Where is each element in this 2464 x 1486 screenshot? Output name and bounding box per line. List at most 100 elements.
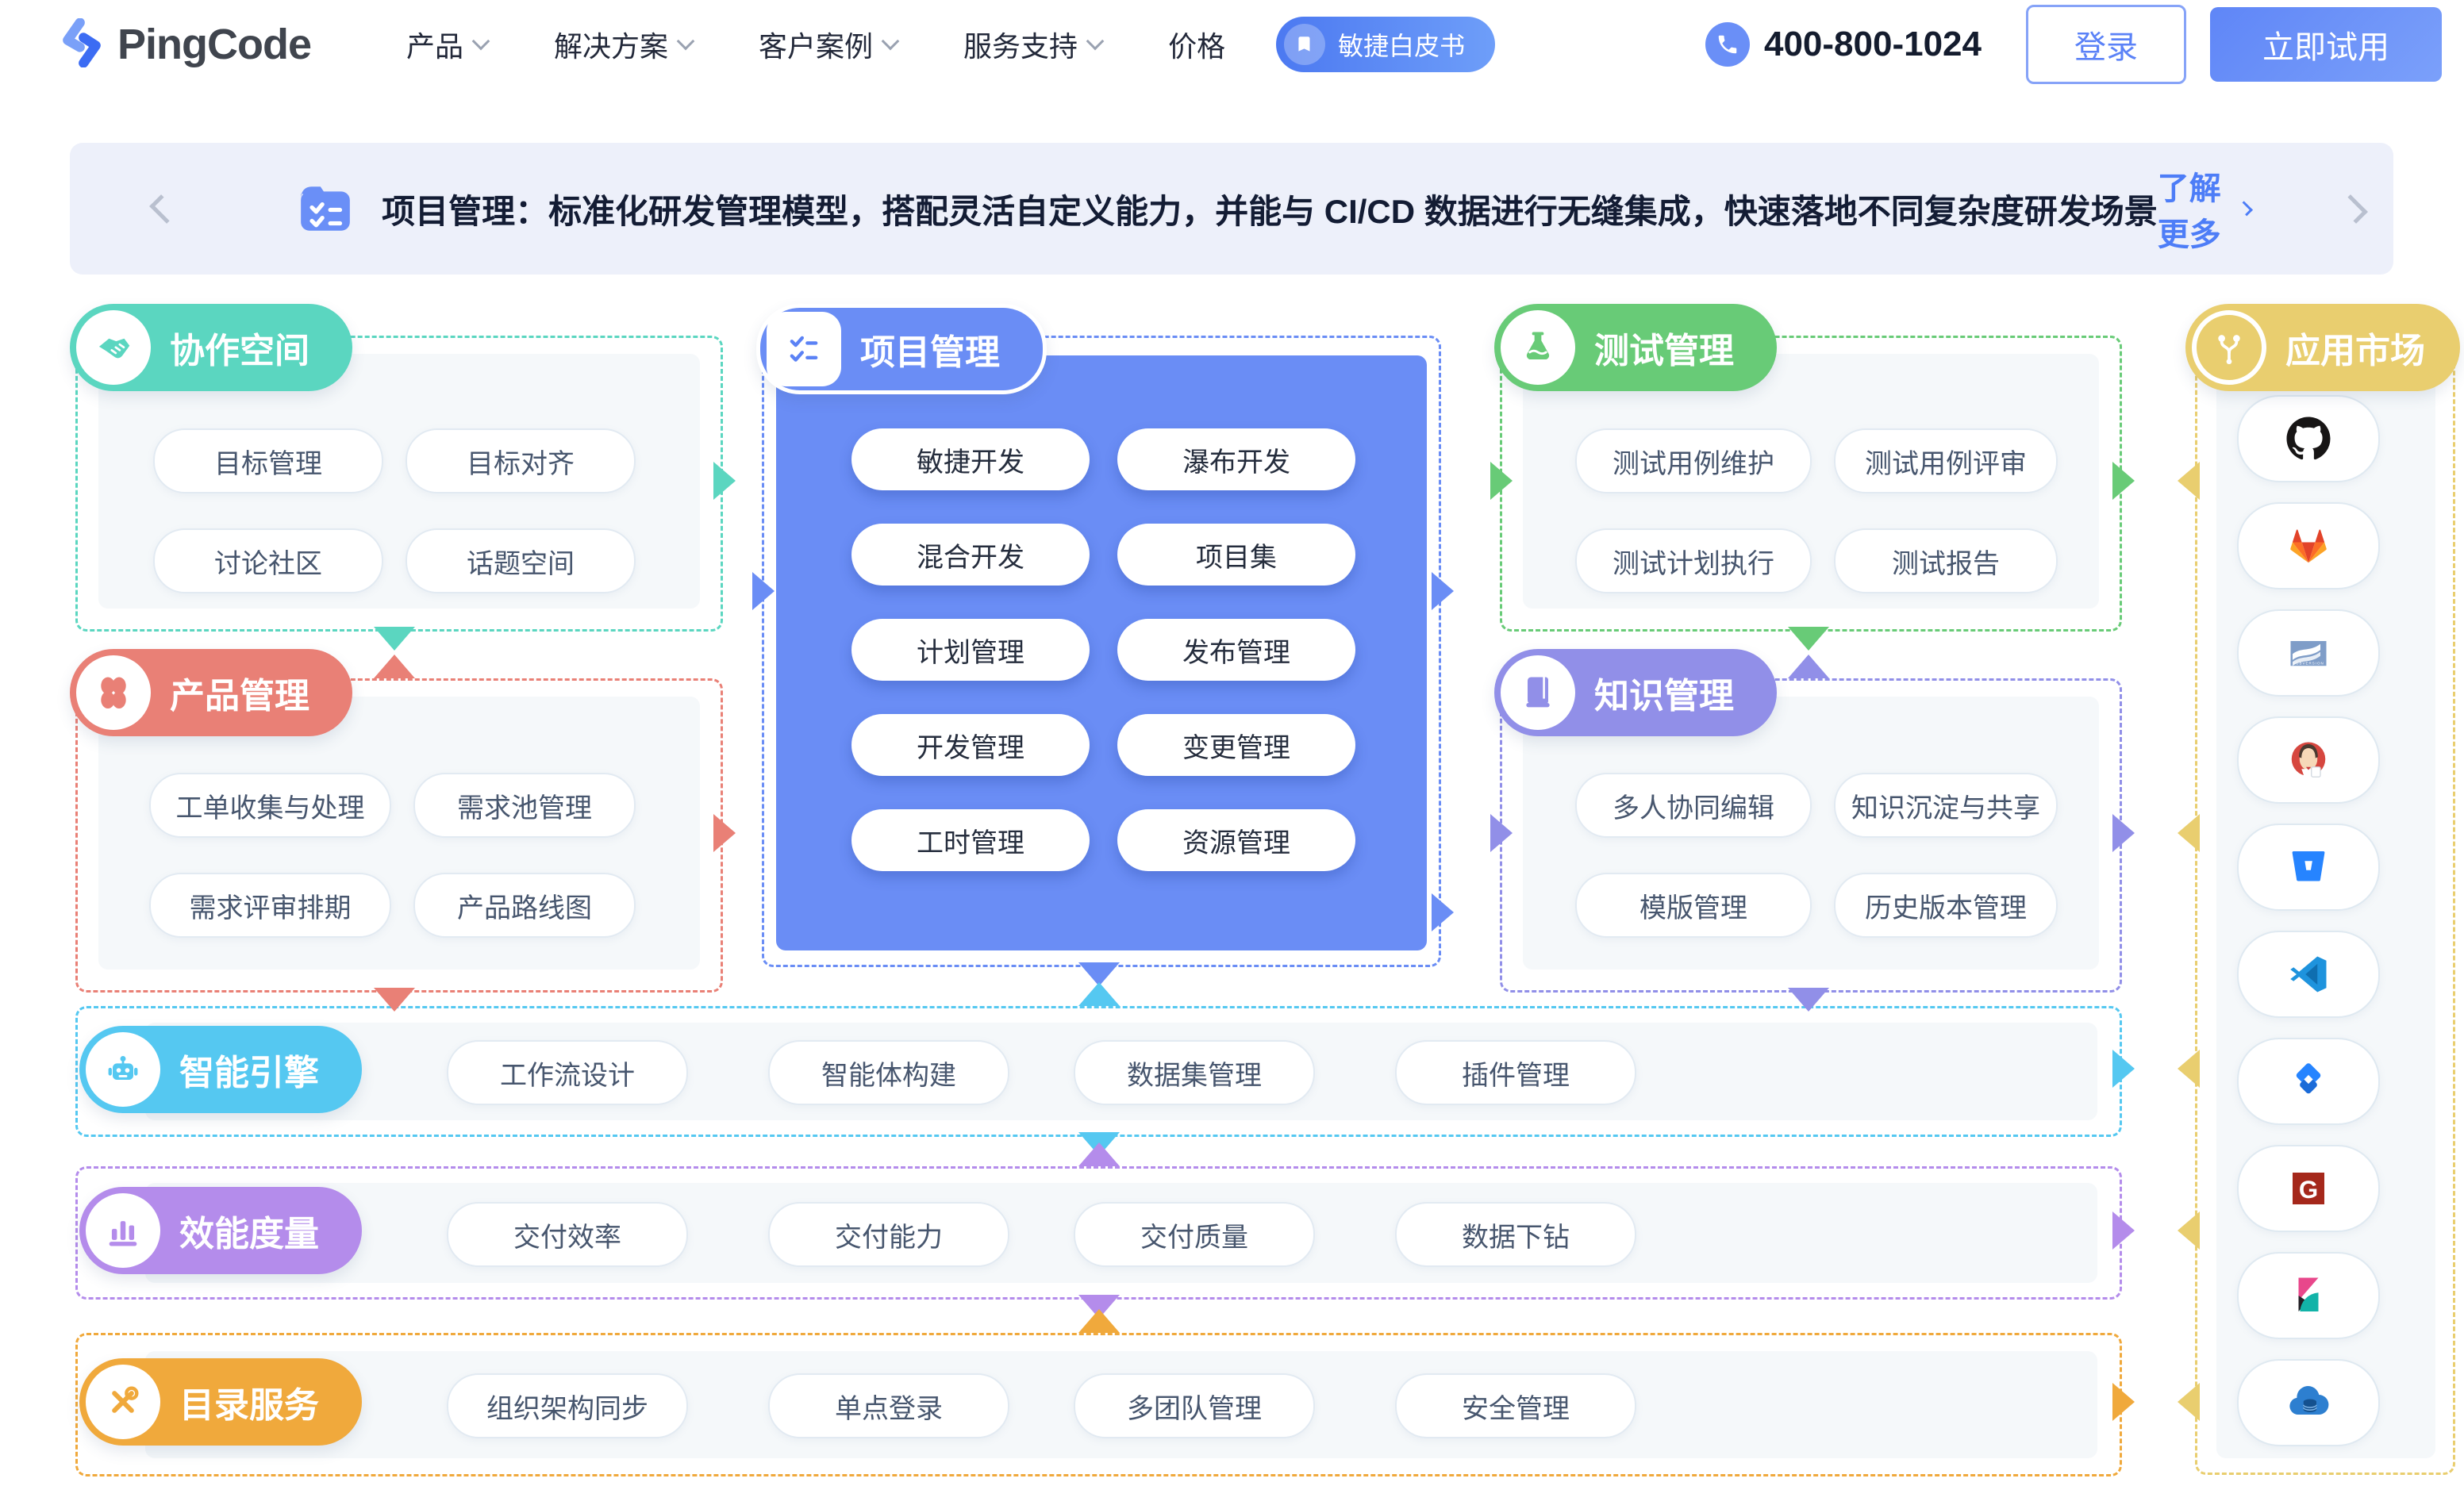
feature-pill: 项目集: [1117, 524, 1355, 586]
chevron-down-icon: [677, 33, 695, 51]
banner-prev-button[interactable]: [149, 194, 179, 224]
test-mgmt-label: 测试管理: [1494, 304, 1777, 391]
chevron-right-icon: [2238, 202, 2253, 217]
feature-pill: 计划管理: [851, 619, 1090, 681]
book-icon: [1501, 655, 1575, 730]
chevron-down-icon: [1086, 33, 1105, 51]
feature-pill: 话题空间: [406, 528, 636, 593]
banner-next-button[interactable]: [2339, 194, 2368, 224]
chevron-down-icon: [472, 33, 490, 51]
feature-pill: 数据集管理: [1074, 1040, 1315, 1105]
feature-pill: 发布管理: [1117, 619, 1355, 681]
handshake-icon: [76, 310, 151, 385]
cloud-db-app: [2237, 1359, 2380, 1446]
kibana-app: [2237, 1252, 2380, 1339]
gitlab-icon: [2285, 522, 2332, 570]
feature-pill: 多人协同编辑: [1575, 773, 1812, 838]
feature-pill: 测试报告: [1834, 528, 2058, 593]
feature-pill: 历史版本管理: [1834, 873, 2058, 938]
feature-pill: 变更管理: [1117, 714, 1355, 776]
phone-number[interactable]: 400-800-1024: [1705, 22, 1982, 67]
feature-pill: 需求池管理: [413, 773, 636, 838]
metrics-label: 效能度量: [79, 1187, 362, 1274]
login-button[interactable]: 登录: [2026, 5, 2186, 84]
project-mgmt-label: 项目管理: [756, 304, 1047, 394]
flow-arrow-right: [1490, 814, 1513, 852]
ai-engine-label: 智能引擎: [79, 1026, 362, 1113]
feature-pill: 交付效率: [447, 1202, 688, 1267]
phone-icon: [1705, 22, 1750, 67]
feature-pill: 工作流设计: [447, 1040, 688, 1105]
agile-whitepaper-button[interactable]: 敏捷白皮书: [1276, 17, 1495, 72]
feature-pill: 智能体构建: [768, 1040, 1009, 1105]
pingcode-logo-icon: [57, 18, 106, 71]
flow-arrow-right: [2112, 1383, 2135, 1421]
flow-arrow-up: [1078, 1309, 1120, 1333]
product-mgmt-label: 产品管理: [70, 649, 352, 736]
flow-arrow-down: [1788, 627, 1829, 651]
vscode-app: [2237, 931, 2380, 1018]
metrics-band: 交付效率 交付能力 交付质量 数据下钻: [75, 1166, 2122, 1300]
flask-icon: [1501, 310, 1575, 385]
flow-arrow-down: [374, 627, 415, 651]
nav-support[interactable]: 服务支持: [963, 24, 1101, 65]
feature-pill: 多团队管理: [1074, 1373, 1315, 1438]
app-market-box: SUBVERSION: [2195, 336, 2455, 1475]
feature-pill: 讨论社区: [153, 528, 383, 593]
subversion-icon: SUBVERSION: [2285, 629, 2332, 677]
nav-products[interactable]: 产品: [406, 24, 487, 65]
directory-band: 组织架构同步 单点登录 多团队管理 安全管理: [75, 1333, 2122, 1476]
github-app: [2237, 395, 2380, 482]
learn-more-link[interactable]: 了解更多: [2158, 163, 2250, 255]
bitbucket-icon: [2285, 843, 2332, 891]
feature-pill: 知识沉淀与共享: [1834, 773, 2058, 838]
flow-arrow-right: [1490, 462, 1513, 500]
feature-pill: 产品路线图: [413, 873, 636, 938]
feature-pill: 交付质量: [1074, 1202, 1315, 1267]
checklist-icon: [767, 312, 841, 386]
app-market-label: 应用市场: [2185, 304, 2460, 391]
flow-arrow-right: [2112, 814, 2135, 852]
project-mgmt-box: 敏捷开发 瀑布开发 混合开发 项目集 计划管理 发布管理 开发管理 变更管理 工…: [762, 336, 1441, 967]
flow-arrow-left: [2178, 1211, 2200, 1250]
svg-text:G: G: [2299, 1176, 2318, 1204]
announcement-banner: 项目管理：标准化研发管理模型，搭配灵活自定义能力，并能与 CI/CD 数据进行无…: [70, 143, 2393, 275]
flow-arrow-right: [1432, 572, 1454, 610]
vscode-icon: [2285, 950, 2332, 998]
pingcode-logo[interactable]: PingCode: [57, 18, 311, 71]
jenkins-icon: [2285, 736, 2332, 784]
flow-arrow-up: [374, 655, 415, 678]
nav-solutions[interactable]: 解决方案: [554, 24, 692, 65]
flow-arrow-down: [1788, 988, 1829, 1012]
flow-arrow-left: [2178, 462, 2200, 500]
feature-pill: 安全管理: [1395, 1373, 1636, 1438]
feature-pill: 数据下钻: [1395, 1202, 1636, 1267]
branch-plug-icon: [2192, 310, 2266, 385]
knowledge-mgmt-label: 知识管理: [1494, 649, 1777, 736]
nav-pricing[interactable]: 价格: [1168, 24, 1225, 65]
flow-arrow-up: [1078, 982, 1120, 1006]
feature-pill: 资源管理: [1117, 809, 1355, 871]
nav-customers[interactable]: 客户案例: [759, 24, 897, 65]
feature-pill: 交付能力: [768, 1202, 1009, 1267]
gitlab-app: [2237, 502, 2380, 589]
flow-arrow-right: [1432, 893, 1454, 931]
jira-icon: [2285, 1058, 2332, 1105]
feature-pill: 单点登录: [768, 1373, 1009, 1438]
gerrit-icon: G: [2285, 1165, 2332, 1212]
free-trial-button[interactable]: 立即试用: [2210, 7, 2442, 82]
app-list: SUBVERSION: [2237, 355, 2380, 1446]
feature-pill: 混合开发: [851, 524, 1090, 586]
flow-arrow-left: [2178, 1383, 2200, 1421]
flow-arrow-right: [2112, 1050, 2135, 1088]
feature-pill: 组织架构同步: [447, 1373, 688, 1438]
flow-arrow-right: [2112, 1211, 2135, 1250]
feature-pill: 工时管理: [851, 809, 1090, 871]
flow-arrow-right: [2112, 462, 2135, 500]
flow-arrow-up: [1788, 655, 1829, 678]
tools-icon: [86, 1365, 160, 1439]
svg-text:SUBVERSION: SUBVERSION: [2293, 662, 2324, 666]
github-icon: [2285, 415, 2332, 463]
main-nav: 产品 解决方案 客户案例 服务支持 价格: [406, 24, 1225, 65]
robot-icon: [86, 1032, 160, 1107]
